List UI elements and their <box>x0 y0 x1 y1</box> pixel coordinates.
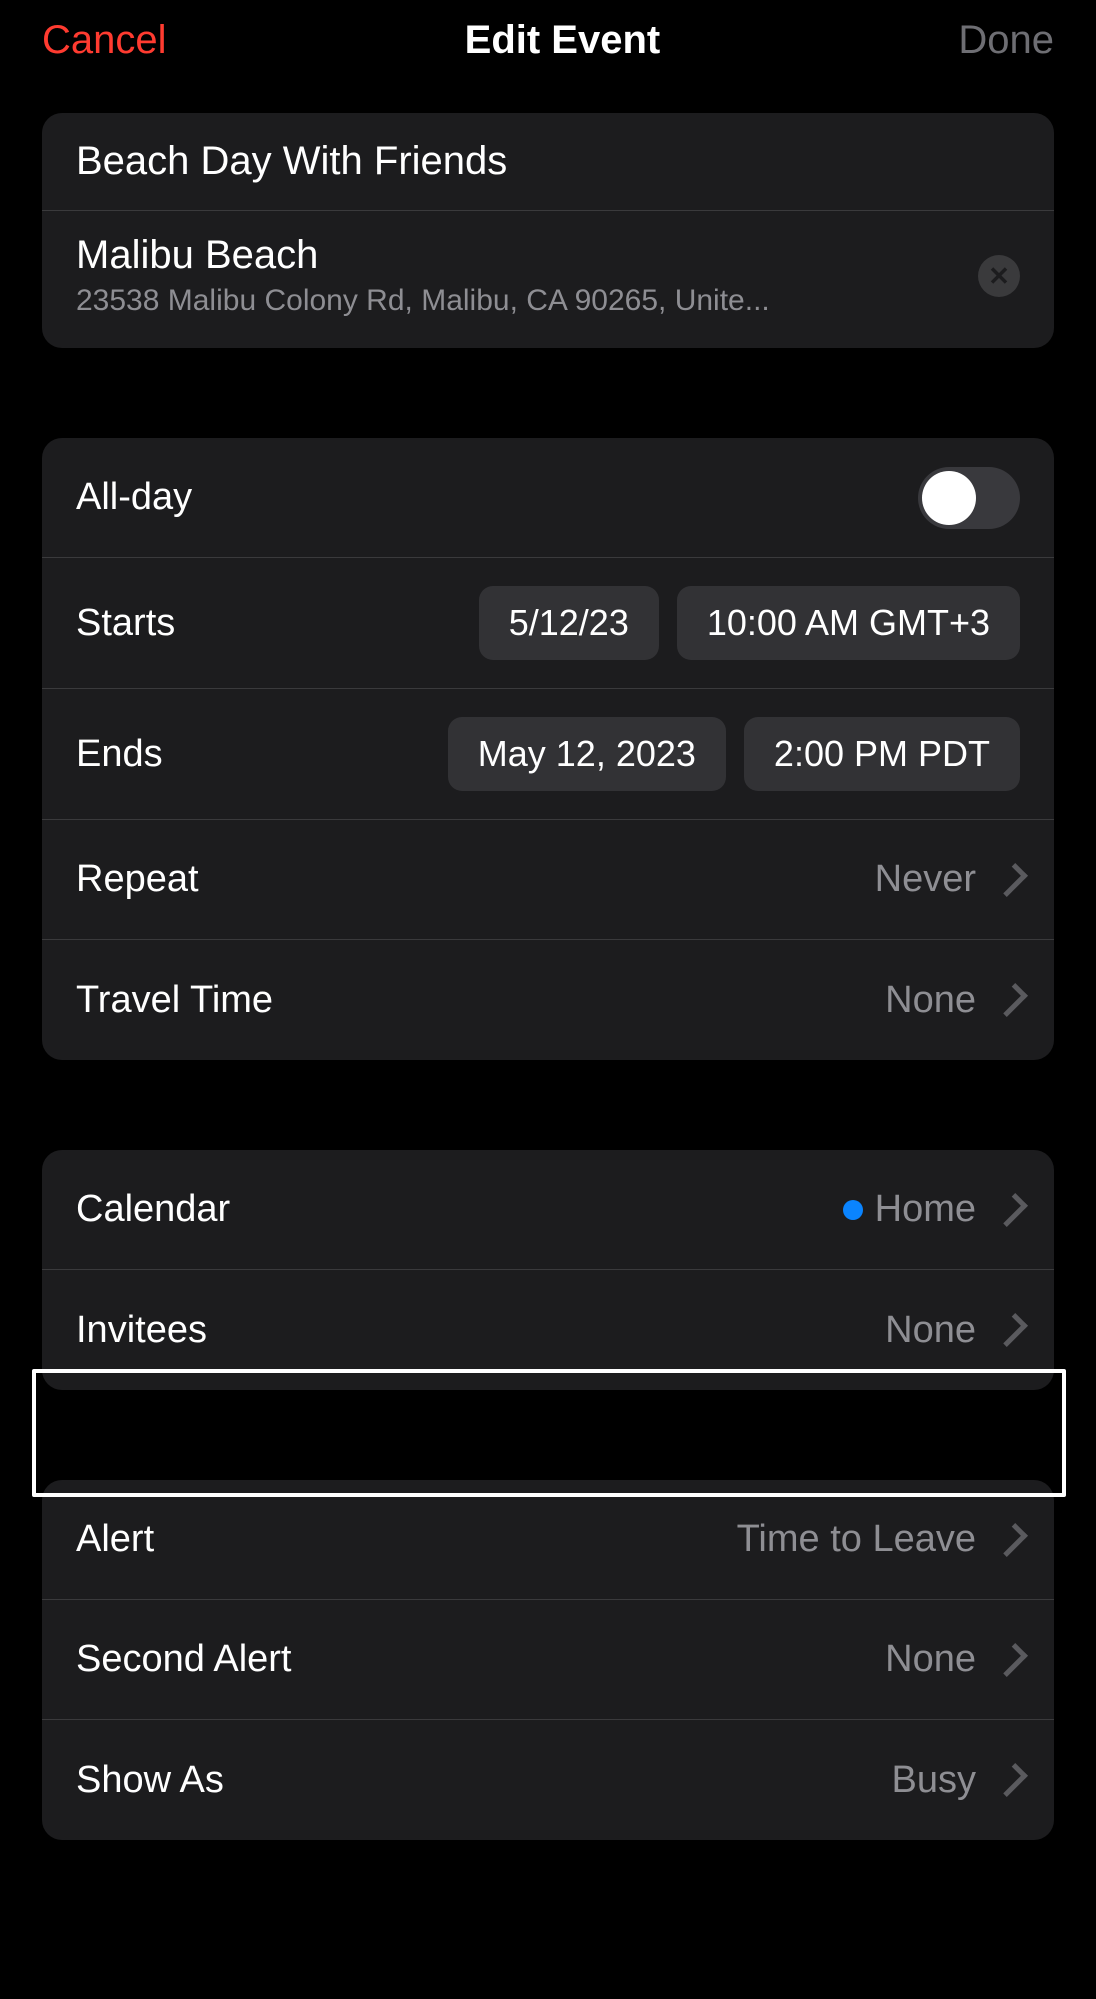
nav-bar: Cancel Edit Event Done <box>0 0 1096 113</box>
starts-label: Starts <box>76 602 175 645</box>
show-as-row[interactable]: Show As Busy <box>42 1720 1054 1840</box>
starts-row: Starts 5/12/23 10:00 AM GMT+3 <box>42 558 1054 689</box>
alert-label: Alert <box>76 1518 154 1561</box>
event-basics-group: Beach Day With Friends Malibu Beach 2353… <box>42 113 1054 348</box>
second-alert-label: Second Alert <box>76 1638 291 1681</box>
done-button[interactable]: Done <box>958 18 1054 63</box>
location-address: 23538 Malibu Colony Rd, Malibu, CA 90265… <box>76 284 770 318</box>
alert-value: Time to Leave <box>737 1518 976 1561</box>
invitees-row[interactable]: Invitees None <box>42 1270 1054 1390</box>
second-alert-row[interactable]: Second Alert None <box>42 1600 1054 1720</box>
chevron-right-icon <box>994 1313 1028 1347</box>
location-name: Malibu Beach <box>76 233 770 278</box>
second-alert-value: None <box>885 1638 976 1681</box>
starts-time-button[interactable]: 10:00 AM GMT+3 <box>677 586 1020 660</box>
repeat-row[interactable]: Repeat Never <box>42 820 1054 940</box>
cancel-button[interactable]: Cancel <box>42 18 167 63</box>
ends-date-button[interactable]: May 12, 2023 <box>448 717 726 791</box>
travel-time-value: None <box>885 979 976 1022</box>
all-day-row: All-day <box>42 438 1054 558</box>
schedule-group: All-day Starts 5/12/23 10:00 AM GMT+3 En… <box>42 438 1054 1060</box>
show-as-value: Busy <box>892 1759 976 1802</box>
show-as-label: Show As <box>76 1759 224 1802</box>
event-title-text: Beach Day With Friends <box>76 139 1020 184</box>
event-title-field[interactable]: Beach Day With Friends <box>42 113 1054 211</box>
toggle-knob <box>922 471 976 525</box>
alerts-group: Alert Time to Leave Second Alert None Sh… <box>42 1480 1054 1840</box>
chevron-right-icon <box>994 983 1028 1017</box>
ends-label: Ends <box>76 733 163 776</box>
clear-location-button[interactable]: ✕ <box>978 255 1020 297</box>
all-day-toggle[interactable] <box>918 467 1020 529</box>
close-icon: ✕ <box>988 263 1010 289</box>
calendar-value: Home <box>875 1188 976 1231</box>
calendar-row[interactable]: Calendar Home <box>42 1150 1054 1270</box>
event-location-field[interactable]: Malibu Beach 23538 Malibu Colony Rd, Mal… <box>42 211 1054 348</box>
starts-date-button[interactable]: 5/12/23 <box>479 586 659 660</box>
participants-group: Calendar Home Invitees None <box>42 1150 1054 1390</box>
chevron-right-icon <box>994 1643 1028 1677</box>
calendar-label: Calendar <box>76 1188 230 1231</box>
chevron-right-icon <box>994 1763 1028 1797</box>
page-title: Edit Event <box>465 18 661 63</box>
travel-time-label: Travel Time <box>76 979 273 1022</box>
chevron-right-icon <box>994 1523 1028 1557</box>
alert-row[interactable]: Alert Time to Leave <box>42 1480 1054 1600</box>
travel-time-row[interactable]: Travel Time None <box>42 940 1054 1060</box>
location-texts: Malibu Beach 23538 Malibu Colony Rd, Mal… <box>76 233 770 318</box>
all-day-label: All-day <box>76 476 192 519</box>
repeat-label: Repeat <box>76 858 199 901</box>
chevron-right-icon <box>994 863 1028 897</box>
ends-time-button[interactable]: 2:00 PM PDT <box>744 717 1020 791</box>
invitees-label: Invitees <box>76 1309 207 1352</box>
invitees-value: None <box>885 1309 976 1352</box>
repeat-value: Never <box>875 858 976 901</box>
calendar-color-dot <box>843 1200 863 1220</box>
chevron-right-icon <box>994 1193 1028 1227</box>
ends-row: Ends May 12, 2023 2:00 PM PDT <box>42 689 1054 820</box>
